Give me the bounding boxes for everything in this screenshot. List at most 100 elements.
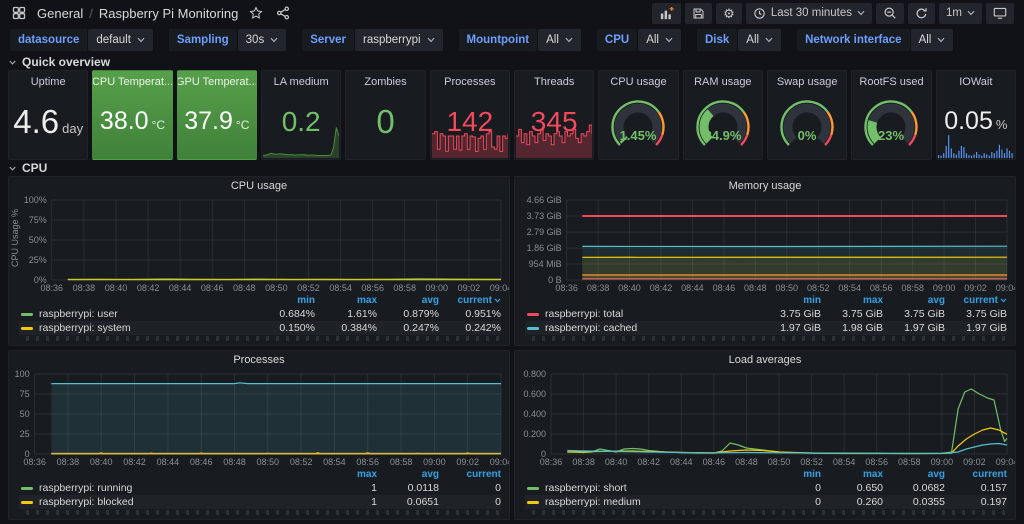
time-range-picker[interactable]: Last 30 minutes [746, 3, 872, 24]
legend-column-max[interactable]: max [315, 295, 377, 306]
svg-text:08:52: 08:52 [800, 457, 823, 467]
legend-column-current[interactable]: current [945, 469, 1007, 480]
svg-text:09:02: 09:02 [458, 283, 481, 293]
legend-value: 3.75 GiB [821, 308, 883, 320]
refresh-interval-dropdown[interactable]: 1m [939, 3, 982, 24]
legend-column-min[interactable]: min [759, 295, 821, 306]
star-icon[interactable] [247, 3, 265, 23]
legend-value: 0 [759, 496, 821, 508]
legend-column-current[interactable]: current [439, 295, 501, 306]
stat-panel-iowait: IOWait 0.05% [936, 70, 1016, 160]
svg-text:08:50: 08:50 [265, 283, 288, 293]
zoom-out-time-button[interactable] [876, 3, 904, 24]
tv-kiosk-button[interactable] [986, 3, 1014, 24]
legend-column-avg[interactable]: avg [883, 469, 945, 480]
apps-grid-icon[interactable] [10, 3, 28, 23]
svg-text:08:38: 08:38 [572, 457, 595, 467]
panel-title[interactable]: RAM usage [694, 76, 751, 88]
legend-column-min[interactable]: min [759, 469, 821, 480]
stat-unit: % [996, 117, 1008, 132]
series-label[interactable]: raspberrypi: running [39, 482, 315, 494]
save-dashboard-button[interactable] [685, 3, 712, 24]
variable-value-dropdown[interactable]: All [911, 29, 954, 51]
svg-text:08:40: 08:40 [105, 283, 128, 293]
panel-title[interactable]: CPU Temperat... [92, 76, 172, 88]
panel-title[interactable]: Memory usage [515, 177, 1015, 195]
legend-column-min[interactable]: min [253, 295, 315, 306]
share-icon[interactable] [274, 3, 292, 23]
svg-text:08:58: 08:58 [901, 283, 924, 293]
panel-title[interactable]: CPU usage [9, 177, 509, 195]
variable-value-dropdown[interactable]: All [538, 29, 581, 51]
series-label[interactable]: raspberrypi: total [545, 308, 759, 320]
legend-column-max[interactable]: max [315, 469, 377, 480]
svg-text:08:42: 08:42 [637, 457, 660, 467]
legend-column-current[interactable]: current [945, 295, 1007, 306]
svg-text:954 MiB: 954 MiB [529, 259, 562, 269]
series-label[interactable]: raspberrypi: cached [545, 322, 759, 334]
panel-title[interactable]: IOWait [959, 76, 992, 88]
svg-text:08:54: 08:54 [329, 283, 352, 293]
panel-title[interactable]: GPU Temperat... [177, 76, 257, 88]
variable-value-dropdown[interactable]: raspberrypi [355, 29, 443, 51]
legend-column-avg[interactable]: avg [377, 469, 439, 480]
legend-column-current[interactable]: current [439, 469, 501, 480]
variable-bar: datasourcedefault Sampling30s Serverrasp… [0, 26, 1024, 54]
panel-title[interactable]: RootFS used [859, 76, 923, 88]
panel-title[interactable]: Processes [444, 76, 495, 88]
memory-usage-plot[interactable]: 0 B954 MiB1.86 GiB2.79 GiB3.73 GiB4.66 G… [515, 195, 1015, 293]
panel-title[interactable]: LA medium [274, 76, 329, 88]
variable-value-dropdown[interactable]: All [638, 29, 681, 51]
load-averages-plot[interactable]: 00.2000.4000.6000.80008:3608:3808:4008:4… [515, 369, 1015, 467]
processes-plot[interactable]: 025507510008:3608:3808:4008:4208:4408:46… [9, 369, 509, 467]
panel-title[interactable]: Threads [534, 76, 574, 88]
panel-title[interactable]: Swap usage [777, 76, 838, 88]
legend-value: 0.197 [945, 496, 1007, 508]
stat-panel-la-medium: LA medium 0.2 [261, 70, 341, 160]
legend-value: 0.157 [945, 482, 1007, 494]
stat-value: 0 [376, 105, 394, 138]
svg-text:08:36: 08:36 [555, 283, 578, 293]
legend-value: 1.98 GiB [821, 322, 883, 334]
svg-text:08:48: 08:48 [744, 283, 767, 293]
refresh-button[interactable] [908, 3, 935, 24]
panel-title[interactable]: Uptime [31, 76, 66, 88]
legend-column-max[interactable]: max [821, 295, 883, 306]
legend-column-max[interactable]: max [821, 469, 883, 480]
section-header-quick-overview[interactable]: Quick overview [0, 54, 1024, 70]
legend-column-avg[interactable]: avg [377, 295, 439, 306]
variable-datasource: datasourcedefault [10, 29, 153, 51]
svg-text:09:04: 09:04 [996, 457, 1015, 467]
cpu-usage-plot[interactable]: 0%25%50%75%100%08:3608:3808:4008:4208:44… [9, 195, 509, 293]
stat-unit: °C [152, 118, 165, 132]
add-panel-button[interactable] [652, 3, 681, 24]
variable-value-dropdown[interactable]: All [738, 29, 781, 51]
gauge-panel-swap-usage: Swap usage 0% [767, 70, 847, 160]
series-label[interactable]: raspberrypi: short [545, 482, 759, 494]
svg-text:08:42: 08:42 [650, 283, 673, 293]
svg-text:08:44: 08:44 [670, 457, 693, 467]
svg-text:08:46: 08:46 [190, 457, 213, 467]
panel-title[interactable]: Processes [9, 351, 509, 369]
variable-value-dropdown[interactable]: default [88, 29, 153, 51]
panel-title[interactable]: Load averages [515, 351, 1015, 369]
panel-title[interactable]: Zombies [364, 76, 406, 88]
chevron-down-icon [665, 37, 673, 43]
variable-value-dropdown[interactable]: 30s [238, 29, 287, 51]
dashboard-settings-button[interactable]: ⚙ [716, 3, 742, 24]
svg-text:3.73 GiB: 3.73 GiB [527, 211, 562, 221]
series-color-swatch [21, 501, 33, 504]
svg-text:2.79 GiB: 2.79 GiB [527, 227, 562, 237]
series-color-swatch [527, 487, 539, 490]
series-label[interactable]: raspberrypi: system [39, 322, 253, 334]
breadcrumb-folder[interactable]: General [37, 6, 83, 21]
panel-title[interactable]: CPU usage [610, 76, 666, 88]
legend-column-avg[interactable]: avg [883, 295, 945, 306]
section-header-cpu[interactable]: CPU [0, 160, 1024, 176]
series-label[interactable]: raspberrypi: blocked [39, 496, 315, 508]
refresh-interval-label: 1m [946, 7, 962, 19]
series-color-swatch [21, 327, 33, 330]
series-label[interactable]: raspberrypi: medium [545, 496, 759, 508]
series-label[interactable]: raspberrypi: user [39, 308, 253, 320]
cpu-usage-gauge: 1.45% [602, 88, 674, 159]
